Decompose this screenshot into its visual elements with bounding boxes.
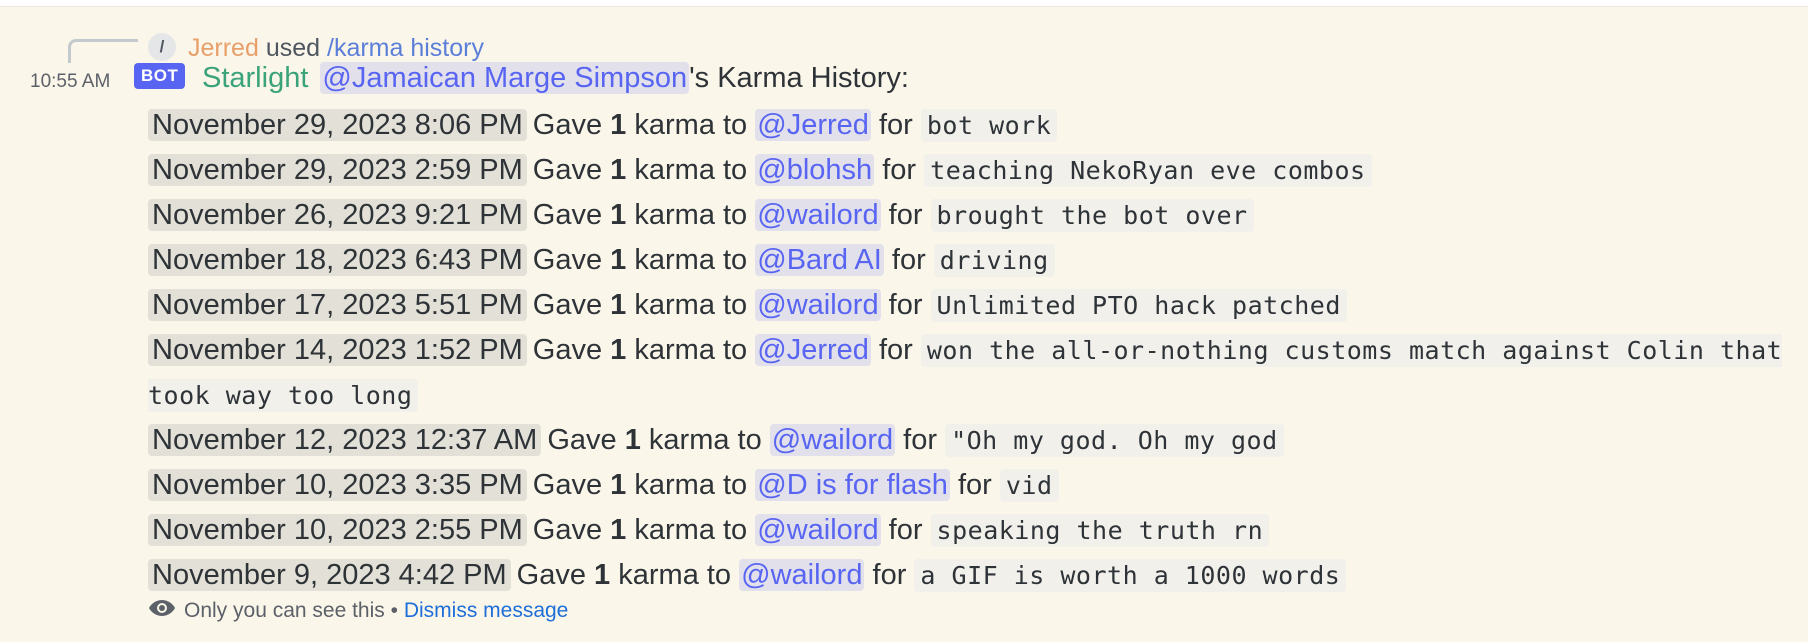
for-text: for <box>878 109 913 141</box>
for-text: for <box>903 424 938 456</box>
karma-reason: speaking the truth rn <box>930 514 1270 547</box>
gave-text: Gave <box>516 559 586 591</box>
karma-to-text: karma to <box>634 109 748 141</box>
karma-reason: a GIF is worth a 1000 words <box>914 559 1347 592</box>
for-text: for <box>882 154 917 186</box>
karma-reason: vid <box>999 469 1059 502</box>
history-date[interactable]: November 18, 2023 6:43 PM <box>148 244 527 276</box>
gave-text: Gave <box>532 289 603 321</box>
recipient-mention[interactable]: @wailord <box>755 514 881 546</box>
user-mention[interactable]: @Jamaican Marge Simpson <box>320 62 690 94</box>
history-row: November 9, 2023 4:42 PM Gave 1 karma to … <box>148 553 1798 598</box>
karma-to-text: karma to <box>634 154 748 186</box>
karma-to-text: karma to <box>648 424 762 456</box>
for-text: for <box>872 559 907 591</box>
history-date[interactable]: November 10, 2023 2:55 PM <box>148 514 527 546</box>
reply-spine <box>68 39 138 63</box>
karma-to-text: karma to <box>634 244 748 276</box>
author-name[interactable]: Starlight <box>202 62 308 94</box>
recipient-mention[interactable]: @blohsh <box>755 154 875 186</box>
gave-text: Gave <box>532 244 603 276</box>
recipient-mention[interactable]: @wailord <box>755 199 881 231</box>
history-date[interactable]: November 26, 2023 9:21 PM <box>148 199 527 231</box>
eye-icon <box>148 596 176 626</box>
karma-reason: "Oh my god. Oh my god <box>945 424 1284 457</box>
gave-text: Gave <box>532 469 603 501</box>
karma-amount: 1 <box>610 109 627 141</box>
karma-reason: teaching NekoRyan eve combos <box>924 154 1372 187</box>
history-row: November 29, 2023 2:59 PM Gave 1 karma to… <box>148 148 1798 193</box>
history-date[interactable]: November 29, 2023 8:06 PM <box>148 109 527 141</box>
recipient-mention[interactable]: @wailord <box>755 289 881 321</box>
karma-to-text: karma to <box>634 469 748 501</box>
karma-to-text: karma to <box>618 559 732 591</box>
command-reply-context[interactable]: / Jerred used /karma history <box>0 19 800 63</box>
recipient-mention[interactable]: @wailord <box>739 559 865 591</box>
bot-message: / Jerred used /karma history 10:55 AM BO… <box>0 7 1808 642</box>
history-row: November 10, 2023 3:35 PM Gave 1 karma to… <box>148 463 1798 508</box>
karma-reason: brought the bot over <box>930 199 1254 232</box>
gave-text: Gave <box>532 199 603 231</box>
for-text: for <box>888 289 923 321</box>
reply-username[interactable]: Jerred <box>188 34 259 62</box>
visibility-text: Only you can see this <box>184 599 385 622</box>
history-date[interactable]: November 9, 2023 4:42 PM <box>148 559 511 591</box>
karma-amount: 1 <box>610 334 627 366</box>
for-text: for <box>888 514 923 546</box>
recipient-mention[interactable]: @Bard AI <box>755 244 884 276</box>
history-row: November 14, 2023 1:52 PM Gave 1 karma to… <box>148 328 1798 418</box>
karma-amount: 1 <box>610 199 627 231</box>
karma-amount: 1 <box>610 469 627 501</box>
history-row: November 17, 2023 5:51 PM Gave 1 karma to… <box>148 283 1798 328</box>
karma-amount: 1 <box>624 424 641 456</box>
history-date[interactable]: November 14, 2023 1:52 PM <box>148 334 527 366</box>
recipient-mention[interactable]: @Jerred <box>755 109 871 141</box>
history-row: November 26, 2023 9:21 PM Gave 1 karma to… <box>148 193 1798 238</box>
karma-to-text: karma to <box>634 334 748 366</box>
karma-amount: 1 <box>610 289 627 321</box>
reply-command[interactable]: /karma history <box>327 34 484 62</box>
history-date[interactable]: November 17, 2023 5:51 PM <box>148 289 527 321</box>
gave-text: Gave <box>532 154 603 186</box>
dismiss-message-link[interactable]: Dismiss message <box>404 599 569 622</box>
for-text: for <box>957 469 992 501</box>
message-header: Starlight @Jamaican Marge Simpson's Karma… <box>202 59 909 97</box>
history-date[interactable]: November 12, 2023 12:37 AM <box>148 424 542 456</box>
for-text: for <box>891 244 926 276</box>
history-date[interactable]: November 10, 2023 3:35 PM <box>148 469 527 501</box>
karma-amount: 1 <box>594 559 611 591</box>
for-text: for <box>888 199 923 231</box>
history-row: November 29, 2023 8:06 PM Gave 1 karma to… <box>148 103 1798 148</box>
gave-text: Gave <box>532 109 603 141</box>
bot-badge: BOT <box>134 63 186 89</box>
karma-amount: 1 <box>610 244 627 276</box>
karma-reason: driving <box>933 244 1055 277</box>
history-row: November 12, 2023 12:37 AM Gave 1 karma t… <box>148 418 1798 463</box>
history-row: November 10, 2023 2:55 PM Gave 1 karma to… <box>148 508 1798 553</box>
recipient-mention[interactable]: @D is for flash <box>755 469 950 501</box>
karma-amount: 1 <box>610 154 627 186</box>
karma-history-list: November 29, 2023 8:06 PM Gave 1 karma to… <box>148 103 1798 598</box>
recipient-mention[interactable]: @Jerred <box>755 334 871 366</box>
for-text: for <box>878 334 913 366</box>
footer-separator: • <box>390 599 398 622</box>
slash-command-icon: / <box>148 33 176 61</box>
gave-text: Gave <box>547 424 617 456</box>
history-row: November 18, 2023 6:43 PM Gave 1 karma to… <box>148 238 1798 283</box>
karma-reason: Unlimited PTO hack patched <box>930 289 1347 322</box>
header-suffix: 's Karma History: <box>689 62 909 94</box>
gave-text: Gave <box>532 334 603 366</box>
gave-text: Gave <box>532 514 603 546</box>
ephemeral-notice: Only you can see this • Dismiss message <box>148 596 568 626</box>
karma-to-text: karma to <box>634 514 748 546</box>
recipient-mention[interactable]: @wailord <box>769 424 896 456</box>
karma-to-text: karma to <box>634 199 748 231</box>
karma-to-text: karma to <box>634 289 748 321</box>
message-timestamp[interactable]: 10:55 AM <box>30 71 110 93</box>
karma-amount: 1 <box>610 514 627 546</box>
reply-used-text: used <box>265 34 321 62</box>
karma-reason: bot work <box>920 109 1058 142</box>
history-date[interactable]: November 29, 2023 2:59 PM <box>148 154 527 186</box>
